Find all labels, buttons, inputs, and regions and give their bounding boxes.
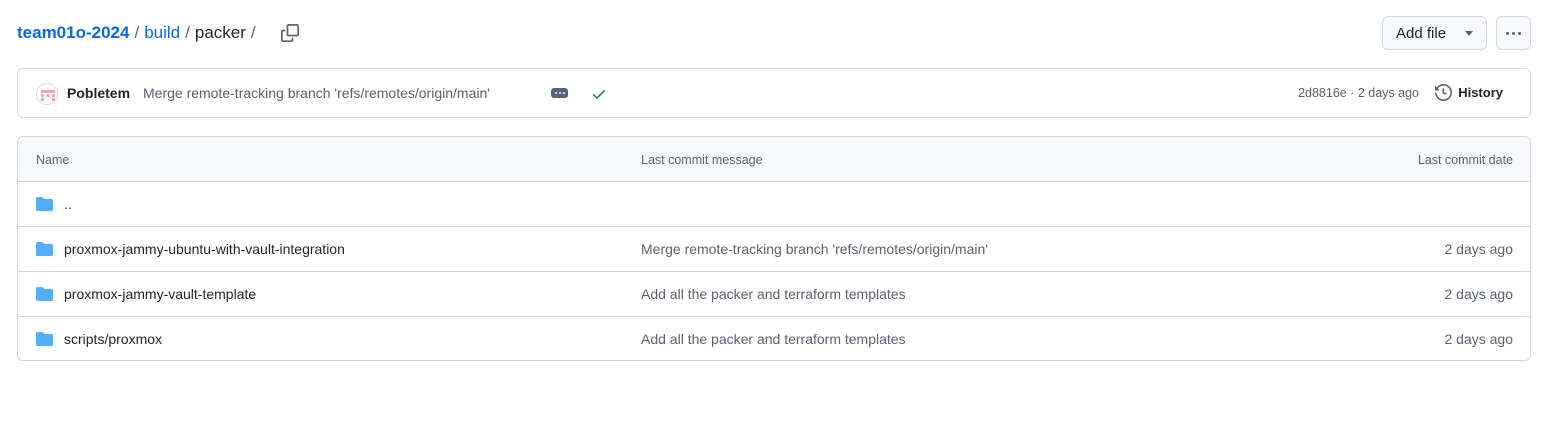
table-header: Name Last commit message Last commit dat…	[18, 137, 1530, 182]
breadcrumb: team01o-2024 / build / packer /	[17, 16, 301, 50]
commit-author-link[interactable]: Pobletem	[67, 85, 130, 101]
copy-icon	[280, 24, 299, 42]
latest-commit-bar: Pobletem Merge remote-tracking branch 'r…	[17, 68, 1531, 118]
breadcrumb-repo-link[interactable]: team01o-2024	[17, 23, 129, 43]
check-icon[interactable]	[591, 86, 607, 102]
commit-message-link[interactable]: Merge remote-tracking branch 'refs/remot…	[143, 85, 490, 101]
breadcrumb-build-link[interactable]: build	[144, 23, 180, 43]
history-icon	[1435, 84, 1453, 101]
commit-message-link[interactable]: Add all the packer and terraform templat…	[641, 286, 906, 302]
folder-icon	[36, 332, 53, 346]
caret-down-icon	[1465, 31, 1473, 36]
file-name-link[interactable]: scripts/proxmox	[64, 331, 162, 347]
file-table: Name Last commit message Last commit dat…	[17, 136, 1531, 361]
file-name-link[interactable]: proxmox-jammy-ubuntu-with-vault-integrat…	[64, 241, 345, 257]
column-header-message: Last commit message	[641, 153, 763, 167]
breadcrumb-separator: /	[185, 23, 190, 42]
commit-message-link[interactable]: Merge remote-tracking branch 'refs/remot…	[641, 241, 988, 257]
add-file-label: Add file	[1396, 24, 1447, 42]
folder-icon	[36, 287, 53, 301]
table-row: scripts/proxmox Add all the packer and t…	[18, 317, 1530, 360]
breadcrumb-separator: /	[134, 23, 140, 42]
column-header-date: Last commit date	[1417, 153, 1513, 167]
add-file-button[interactable]: Add file	[1382, 16, 1487, 50]
history-label: History	[1458, 85, 1503, 100]
kebab-horizontal-icon	[1506, 31, 1521, 35]
copy-path-button[interactable]	[279, 22, 301, 44]
folder-icon	[36, 197, 53, 211]
expand-commit-message-button[interactable]	[551, 88, 568, 98]
file-navigation-bar: team01o-2024 / build / packer / Add file	[17, 16, 1531, 50]
avatar[interactable]	[36, 83, 58, 105]
breadcrumb-current-dir: packer	[194, 23, 246, 42]
commit-message-link[interactable]: Add all the packer and terraform templat…	[641, 331, 906, 347]
more-options-button[interactable]	[1496, 16, 1531, 50]
file-name-link[interactable]: proxmox-jammy-vault-template	[64, 286, 256, 302]
commit-date: 2 days ago	[1444, 331, 1514, 347]
table-row: proxmox-jammy-vault-template Add all the…	[18, 272, 1530, 317]
history-button[interactable]: History	[1435, 84, 1503, 101]
table-row-parent-dir[interactable]: ..	[18, 182, 1530, 227]
folder-icon	[36, 242, 53, 256]
breadcrumb-separator: /	[250, 23, 256, 42]
commit-date: 2 days ago	[1444, 286, 1514, 302]
file-name-link[interactable]: ..	[64, 196, 72, 212]
column-header-name: Name	[36, 153, 70, 167]
table-row: proxmox-jammy-ubuntu-with-vault-integrat…	[18, 227, 1530, 272]
commit-hash-link[interactable]: 2d8816e · 2 days ago	[1298, 86, 1419, 100]
commit-date: 2 days ago	[1444, 241, 1514, 257]
